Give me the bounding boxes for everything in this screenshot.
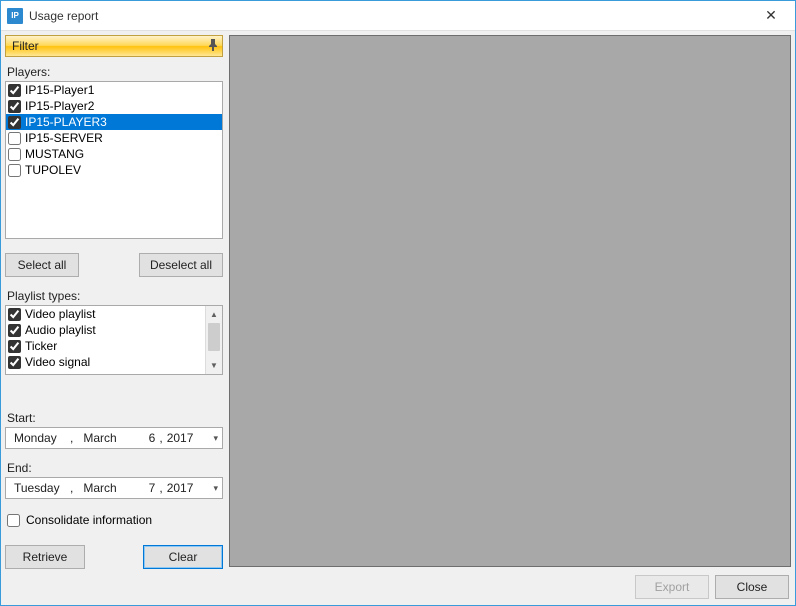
consolidate-checkbox[interactable] [7,514,20,527]
playlist-type-row[interactable]: Audio playlist [6,322,205,338]
select-buttons-row: Select all Deselect all [5,253,223,277]
start-date-picker[interactable]: Monday , March 6 , 2017 ▾ [5,427,223,449]
player-label: TUPOLEV [25,163,81,177]
playlist-type-label: Video signal [25,355,90,369]
end-weekday: Tuesday [14,481,70,495]
player-checkbox[interactable] [8,164,21,177]
player-checkbox[interactable] [8,84,21,97]
scroll-track[interactable] [206,323,222,357]
scroll-thumb[interactable] [208,323,220,351]
player-label: IP15-SERVER [25,131,103,145]
playlist-type-checkbox[interactable] [8,324,21,337]
chevron-down-icon[interactable]: ▾ [213,433,218,444]
player-row[interactable]: IP15-Player2 [6,98,222,114]
filter-header: Filter [5,35,223,57]
chevron-down-icon[interactable]: ▾ [213,483,218,494]
player-label: IP15-Player2 [25,99,94,113]
scroll-down-icon[interactable]: ▼ [206,357,222,374]
body: Filter Players: IP15-Player1 IP15-Player2… [1,31,795,605]
playlist-type-label: Video playlist [25,307,96,321]
right-panel: Export Close [229,35,791,601]
select-all-button[interactable]: Select all [5,253,79,277]
playlist-type-row[interactable]: Video signal [6,354,205,370]
deselect-all-button[interactable]: Deselect all [139,253,223,277]
player-row[interactable]: TUPOLEV [6,162,222,178]
export-button: Export [635,575,709,599]
start-comma: , [70,431,73,445]
clear-button[interactable]: Clear [143,545,223,569]
playlist-type-checkbox[interactable] [8,356,21,369]
end-year: 2017 [167,481,201,495]
player-checkbox[interactable] [8,100,21,113]
bottom-buttons: Export Close [229,573,791,601]
start-day: 6 [127,431,155,445]
players-label: Players: [7,65,221,79]
playlist-type-label: Ticker [25,339,57,353]
player-label: IP15-Player1 [25,83,94,97]
filter-header-label: Filter [12,39,39,53]
player-label: IP15-PLAYER3 [25,115,107,129]
start-month: March [77,431,123,445]
start-year: 2017 [167,431,201,445]
filter-panel: Filter Players: IP15-Player1 IP15-Player2… [5,35,223,601]
retrieve-button[interactable]: Retrieve [5,545,85,569]
end-date-picker[interactable]: Tuesday , March 7 , 2017 ▾ [5,477,223,499]
playlist-type-label: Audio playlist [25,323,96,337]
scroll-up-icon[interactable]: ▲ [206,306,222,323]
titlebar: IP Usage report ✕ [1,1,795,31]
start-weekday: Monday [14,431,70,445]
start-label: Start: [7,411,221,425]
start-dcomma: , [159,431,162,445]
player-label: MUSTANG [25,147,84,161]
playlist-type-checkbox[interactable] [8,340,21,353]
end-dcomma: , [159,481,162,495]
app-icon: IP [7,8,23,24]
close-button[interactable]: Close [715,575,789,599]
consolidate-row[interactable]: Consolidate information [7,513,221,527]
playlist-type-row[interactable]: Video playlist [6,306,205,322]
playlist-types-listbox[interactable]: Video playlist Audio playlist Ticker Video … [5,305,223,375]
end-month: March [77,481,123,495]
consolidate-label: Consolidate information [26,513,152,527]
end-day: 7 [127,481,155,495]
player-row[interactable]: IP15-Player1 [6,82,222,98]
player-checkbox[interactable] [8,148,21,161]
playlist-type-row[interactable]: Ticker [6,338,205,354]
action-buttons-row: Retrieve Clear [5,545,223,569]
end-comma: , [70,481,73,495]
report-preview [229,35,791,567]
playlist-types-label: Playlist types: [7,289,221,303]
pin-icon[interactable] [208,39,218,54]
players-listbox[interactable]: IP15-Player1 IP15-Player2 IP15-PLAYER3 IP15… [5,81,223,239]
types-scrollbar[interactable]: ▲ ▼ [205,306,222,374]
playlist-type-checkbox[interactable] [8,308,21,321]
player-checkbox[interactable] [8,132,21,145]
player-row[interactable]: IP15-PLAYER3 [6,114,222,130]
player-row[interactable]: IP15-SERVER [6,130,222,146]
player-row[interactable]: MUSTANG [6,146,222,162]
window-title: Usage report [29,9,751,23]
end-label: End: [7,461,221,475]
close-icon[interactable]: ✕ [751,4,791,28]
player-checkbox[interactable] [8,116,21,129]
